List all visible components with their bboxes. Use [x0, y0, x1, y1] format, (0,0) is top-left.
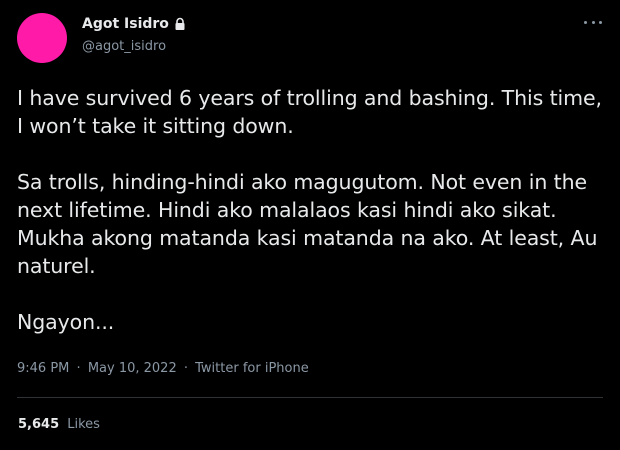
tweet-paragraph: Ngayon... [17, 310, 115, 334]
more-options-icon[interactable] [584, 18, 602, 26]
author-name-label[interactable]: Agot Isidro [82, 16, 169, 32]
more-dot [599, 20, 602, 24]
tweet-metadata: 9:46 PM · May 10, 2022 · Twitter for iPh… [17, 361, 309, 376]
more-dot [591, 20, 595, 24]
tweet-text: I have survived 6 years of trolling and … [17, 84, 607, 336]
author-handle[interactable]: @agot_isidro [82, 39, 166, 54]
more-dot [584, 20, 587, 24]
likes-label: Likes [67, 417, 100, 432]
lock-icon [175, 17, 185, 30]
likes-stat[interactable]: 5,645 Likes [18, 417, 100, 432]
tweet-source[interactable]: Twitter for iPhone [195, 361, 309, 376]
author-name[interactable]: Agot Isidro [82, 16, 187, 32]
meta-separator: · [183, 361, 188, 376]
divider [17, 397, 603, 398]
tweet-card: Agot Isidro @agot_isidro I have survived… [0, 0, 620, 450]
likes-count: 5,645 [18, 417, 60, 432]
tweet-time[interactable]: 9:46 PM [17, 361, 69, 376]
meta-separator: · [76, 361, 81, 376]
tweet-date[interactable]: May 10, 2022 [88, 361, 177, 376]
tweet-paragraph: Sa trolls, hinding-hindi ako magugutom. … [17, 170, 598, 278]
tweet-paragraph: I have survived 6 years of trolling and … [17, 86, 602, 138]
avatar[interactable] [17, 13, 67, 63]
